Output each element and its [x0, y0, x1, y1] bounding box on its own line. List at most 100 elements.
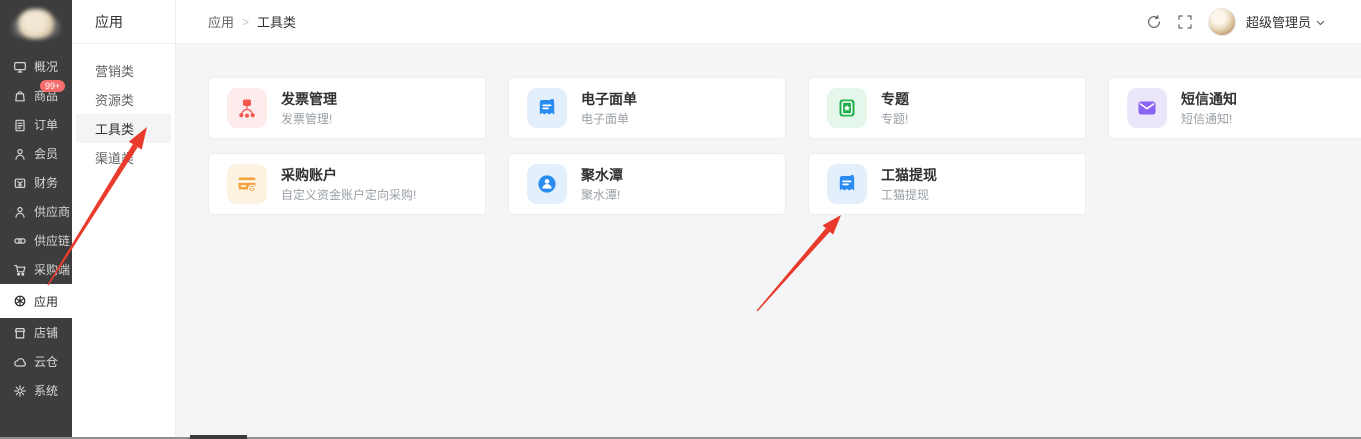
app-card-title: 发票管理 [281, 92, 337, 106]
app-card-e-waybill[interactable]: 电子面单 电子面单 [508, 77, 786, 139]
finance-icon [13, 176, 27, 190]
overview-icon [13, 60, 27, 74]
content-area: 发票管理 发票管理! 电子面单 电子面单 专题 专题! 短信通知 短信通知! 采… [176, 44, 1361, 439]
submenu-item-resource[interactable]: 资源类 [76, 85, 171, 114]
app-cards-grid: 发票管理 发票管理! 电子面单 电子面单 专题 专题! 短信通知 短信通知! 采… [208, 77, 1361, 215]
app-card-text: 聚水潭 聚水潭! [581, 168, 623, 201]
sidebar-item-label: 会员 [34, 145, 58, 162]
app-card-title: 短信通知 [1181, 92, 1237, 106]
shop-icon [13, 326, 27, 340]
sidebar-item-finance[interactable]: 财务 [0, 168, 72, 197]
submenu-item-label: 渠道类 [95, 148, 134, 167]
taskbar-fragment [190, 435, 247, 439]
admin-layout: 概况 商品 99+ 订单 会员 财务 供应商 供应链 采购端 应用 店铺 [0, 0, 1361, 439]
app-card-text: 电子面单 电子面单 [581, 92, 637, 125]
invoice-icon [227, 88, 267, 128]
header-actions: 超级管理员 [1146, 8, 1325, 36]
primary-nav: 概况 商品 99+ 订单 会员 财务 供应商 供应链 采购端 应用 店铺 [0, 52, 72, 405]
app-logo[interactable] [0, 0, 72, 48]
app-card-text: 短信通知 短信通知! [1181, 92, 1237, 125]
app-card-subtitle: 工猫提现 [881, 189, 937, 201]
submenu-item-label: 营销类 [95, 61, 134, 80]
secondary-sidebar: 应用 营销类 资源类 工具类 渠道类 [72, 0, 176, 439]
sidebar-item-supply-chain[interactable]: 供应链 [0, 226, 72, 255]
submenu-item-tools[interactable]: 工具类 [76, 114, 171, 143]
breadcrumb-tools-category: 工具类 [257, 12, 296, 31]
sidebar-item-members[interactable]: 会员 [0, 139, 72, 168]
supply-chain-icon [13, 234, 27, 248]
app-card-gongmao-withdraw[interactable]: 工猫提现 工猫提现 [808, 153, 1086, 215]
sidebar-item-label: 采购端 [34, 261, 70, 278]
app-card-title: 工猫提现 [881, 168, 937, 182]
app-card-invoice[interactable]: 发票管理 发票管理! [208, 77, 486, 139]
sidebar-item-system[interactable]: 系统 [0, 376, 72, 405]
sidebar-item-shop[interactable]: 店铺 [0, 318, 72, 347]
submenu-title: 应用 [72, 0, 175, 44]
cloud-warehouse-icon [13, 355, 27, 369]
app-logo-image [18, 9, 54, 39]
withdraw-icon [827, 164, 867, 204]
purchase-account-icon [227, 164, 267, 204]
jushuitan-icon [527, 164, 567, 204]
sidebar-item-orders[interactable]: 订单 [0, 110, 72, 139]
sidebar-item-supplier[interactable]: 供应商 [0, 197, 72, 226]
app-card-sms[interactable]: 短信通知 短信通知! [1108, 77, 1361, 139]
sidebar-item-label: 系统 [34, 382, 58, 399]
sidebar-item-label: 概况 [34, 58, 58, 75]
app-card-text: 发票管理 发票管理! [281, 92, 337, 125]
sidebar-item-cloud-warehouse[interactable]: 云仓 [0, 347, 72, 376]
system-icon [13, 384, 27, 398]
app-card-topic[interactable]: 专题 专题! [808, 77, 1086, 139]
sidebar-item-label: 财务 [34, 174, 58, 191]
sidebar-item-overview[interactable]: 概况 [0, 52, 72, 81]
procurement-icon [13, 263, 27, 277]
breadcrumb-apps[interactable]: 应用 [208, 12, 234, 31]
breadcrumb: 应用 > 工具类 [208, 12, 296, 31]
sidebar-item-label: 云仓 [34, 353, 58, 370]
submenu-nav: 营销类 资源类 工具类 渠道类 [72, 56, 175, 172]
app-card-subtitle: 专题! [881, 113, 909, 125]
chevron-down-icon [1316, 14, 1325, 29]
app-card-subtitle: 短信通知! [1181, 113, 1237, 125]
app-card-title: 聚水潭 [581, 168, 623, 182]
app-card-purchase-account[interactable]: 采购账户 自定义资金账户定向采购! [208, 153, 486, 215]
supplier-icon [13, 205, 27, 219]
sidebar-item-label: 供应商 [34, 203, 70, 220]
breadcrumb-separator-icon: > [242, 15, 249, 29]
app-card-title: 采购账户 [281, 168, 416, 182]
refresh-icon[interactable] [1146, 14, 1162, 30]
sms-icon [1127, 88, 1167, 128]
submenu-item-marketing[interactable]: 营销类 [76, 56, 171, 85]
waybill-icon [527, 88, 567, 128]
sidebar-item-procurement[interactable]: 采购端 [0, 255, 72, 284]
apps-icon [13, 294, 27, 308]
app-card-text: 工猫提现 工猫提现 [881, 168, 937, 201]
submenu-item-label: 资源类 [95, 90, 134, 109]
submenu-item-channel[interactable]: 渠道类 [76, 143, 171, 172]
user-menu[interactable]: 超级管理员 [1246, 12, 1325, 31]
app-card-subtitle: 电子面单 [581, 113, 637, 125]
app-card-subtitle: 聚水潭! [581, 189, 623, 201]
main-area: 应用 > 工具类 超级管理员 [176, 0, 1361, 439]
sidebar-item-products[interactable]: 商品 99+ [0, 81, 72, 110]
notification-badge: 99+ [40, 80, 65, 92]
sidebar-item-apps[interactable]: 应用 [0, 284, 72, 318]
app-card-text: 采购账户 自定义资金账户定向采购! [281, 168, 416, 201]
topic-icon [827, 88, 867, 128]
sidebar-item-label: 订单 [34, 116, 58, 133]
user-avatar[interactable] [1208, 8, 1236, 36]
products-icon [13, 89, 27, 103]
sidebar-item-label: 店铺 [34, 324, 58, 341]
main-header: 应用 > 工具类 超级管理员 [176, 0, 1361, 44]
app-card-title: 电子面单 [581, 92, 637, 106]
sidebar-item-label: 应用 [34, 293, 58, 310]
app-card-subtitle: 发票管理! [281, 113, 337, 125]
fullscreen-icon[interactable] [1177, 14, 1193, 30]
primary-sidebar: 概况 商品 99+ 订单 会员 财务 供应商 供应链 采购端 应用 店铺 [0, 0, 72, 439]
app-card-title: 专题 [881, 92, 909, 106]
sidebar-item-label: 供应链 [34, 232, 70, 249]
members-icon [13, 147, 27, 161]
app-card-jushuitan[interactable]: 聚水潭 聚水潭! [508, 153, 786, 215]
app-card-text: 专题 专题! [881, 92, 909, 125]
user-name: 超级管理员 [1246, 12, 1311, 31]
